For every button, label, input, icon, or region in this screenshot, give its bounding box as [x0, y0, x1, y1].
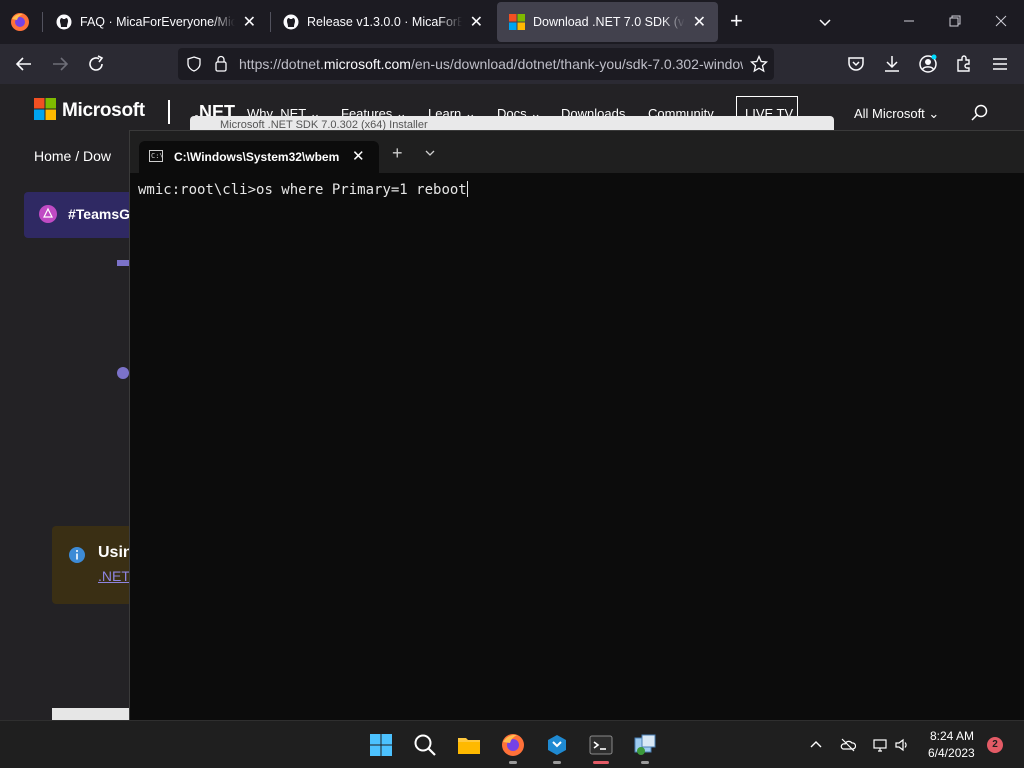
tab-separator: [42, 12, 43, 32]
active-indicator: [593, 761, 609, 764]
close-tab-icon[interactable]: ✕: [470, 12, 483, 32]
account-icon[interactable]: [918, 54, 938, 74]
onedrive-paused-icon[interactable]: [840, 737, 856, 753]
volume-icon[interactable]: [894, 737, 910, 753]
url-prefix: https://dotnet.: [239, 56, 324, 72]
visual-studio-installer-icon[interactable]: [544, 732, 570, 758]
chevron-down-icon[interactable]: [817, 14, 833, 30]
terminal-tab[interactable]: C:\ C:\Windows\System32\wbem ✕: [139, 141, 379, 173]
terminal-prompt: wmic:root\cli>: [138, 182, 257, 198]
address-bar[interactable]: https://dotnet.microsoft.com/en-us/downl…: [178, 48, 774, 80]
close-tab-icon[interactable]: ✕: [243, 12, 256, 32]
tracking-protection-icon[interactable]: [186, 56, 202, 72]
tab-title: FAQ · MicaForEveryone/MicaFor: [80, 15, 235, 29]
info-callout-link[interactable]: .NET: [98, 568, 130, 584]
forward-arrow-icon[interactable]: [50, 54, 70, 74]
running-indicator: [641, 761, 649, 764]
teams-badge-icon: [39, 205, 57, 223]
all-microsoft-menu[interactable]: All Microsoft ⌄: [854, 106, 939, 122]
close-tab-icon[interactable]: ✕: [693, 12, 706, 32]
terminal-icon[interactable]: [588, 732, 614, 758]
browser-toolbar: https://dotnet.microsoft.com/en-us/downl…: [0, 44, 1024, 84]
running-indicator: [553, 761, 561, 764]
search-icon[interactable]: [412, 732, 438, 758]
terminal-command: os where Primary=1 reboot: [256, 182, 467, 198]
terminal-output[interactable]: wmic:root\cli>os where Primary=1 reboot: [138, 181, 468, 198]
teams-banner-text: #TeamsG: [68, 206, 130, 222]
url-text: https://dotnet.microsoft.com/en-us/downl…: [239, 56, 743, 72]
new-tab-button[interactable]: +: [730, 10, 743, 32]
browser-tab-dotnet[interactable]: Download .NET 7.0 SDK (v7.0.302 ✕: [497, 2, 718, 42]
back-arrow-icon[interactable]: [14, 54, 34, 74]
browser-tab-strip: FAQ · MicaForEveryone/MicaFor ✕ Release …: [0, 0, 1024, 44]
minimize-icon[interactable]: [902, 14, 916, 28]
notification-badge[interactable]: 2: [987, 737, 1003, 753]
close-icon[interactable]: ✕: [352, 147, 365, 165]
pocket-icon[interactable]: [846, 54, 866, 74]
terminal-window[interactable]: C:\ C:\Windows\System32\wbem ✕ + wmic:ro…: [129, 130, 1024, 720]
file-explorer-icon[interactable]: [456, 732, 482, 758]
installer-icon[interactable]: [632, 732, 658, 758]
microsoft-icon: [509, 14, 525, 30]
chevron-down-icon[interactable]: [424, 149, 436, 157]
extensions-icon[interactable]: [954, 54, 974, 74]
brand-name[interactable]: Microsoft: [62, 100, 145, 122]
windows-start-icon[interactable]: [368, 732, 394, 758]
close-window-icon[interactable]: [994, 14, 1008, 28]
search-icon[interactable]: [970, 104, 988, 122]
microsoft-logo-icon[interactable]: [34, 98, 56, 120]
breadcrumb[interactable]: Home / Dow: [34, 148, 111, 164]
network-icon[interactable]: [872, 737, 888, 753]
browser-tab-release[interactable]: Release v1.3.0.0 · MicaForEveryone ✕: [271, 2, 495, 42]
hamburger-menu-icon[interactable]: [990, 54, 1010, 74]
terminal-tab-title: C:\Windows\System32\wbem: [174, 150, 340, 164]
browser-tab-faq[interactable]: FAQ · MicaForEveryone/MicaFor ✕: [44, 2, 268, 42]
command-prompt-icon: C:\: [149, 150, 164, 162]
info-callout-title: Usin: [98, 544, 133, 561]
firefox-icon[interactable]: [500, 732, 526, 758]
text-cursor: [466, 181, 468, 197]
url-path: /en-us/download/dotnet/thank-you/sdk-7.0…: [410, 56, 743, 72]
firefox-icon[interactable]: [8, 10, 32, 34]
new-terminal-tab-button[interactable]: +: [392, 143, 403, 164]
url-domain: microsoft.com: [323, 56, 411, 72]
info-icon: [69, 547, 85, 563]
lock-icon[interactable]: [214, 55, 228, 72]
running-indicator: [509, 761, 517, 764]
step-dot: [117, 367, 129, 379]
github-icon: [56, 14, 72, 30]
terminal-titlebar[interactable]: C:\ C:\Windows\System32\wbem ✕ +: [130, 131, 1024, 173]
github-icon: [283, 14, 299, 30]
header-divider: [168, 100, 170, 124]
tab-title: Download .NET 7.0 SDK (v7.0.302: [533, 15, 685, 29]
clock-time[interactable]: 8:24 AM: [930, 729, 974, 743]
restore-icon[interactable]: [948, 14, 962, 28]
bookmark-star-icon[interactable]: [750, 55, 768, 73]
clock-date[interactable]: 6/4/2023: [928, 746, 975, 760]
chevron-up-icon[interactable]: [808, 737, 824, 753]
taskbar: 8:24 AM 6/4/2023 2: [0, 720, 1024, 768]
downloads-icon[interactable]: [882, 54, 902, 74]
tab-title: Release v1.3.0.0 · MicaForEveryone: [307, 15, 462, 29]
reload-icon[interactable]: [86, 54, 106, 74]
